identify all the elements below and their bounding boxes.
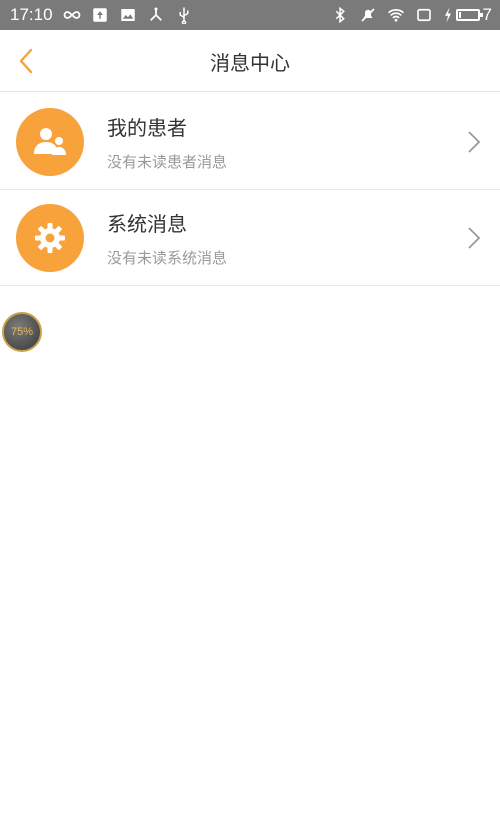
message-list: 我的患者 没有未读患者消息 系统消息 没有未读系统消息	[0, 94, 500, 286]
gear-icon	[35, 223, 65, 253]
infinity-icon	[63, 6, 81, 24]
row-title: 我的患者	[107, 116, 187, 140]
chevron-right-icon	[468, 131, 481, 153]
status-bar-left: 17:10	[10, 5, 193, 25]
back-button[interactable]	[12, 44, 40, 78]
network-icon	[147, 6, 165, 24]
page-title: 消息中心	[210, 50, 290, 75]
status-time: 17:10	[10, 5, 53, 24]
screen-icon	[415, 6, 433, 24]
list-item-system-messages[interactable]: 系统消息 没有未读系统消息	[0, 190, 500, 286]
app-header: 消息中心	[0, 30, 500, 92]
upload-icon	[91, 6, 109, 24]
list-item-my-patients[interactable]: 我的患者 没有未读患者消息	[0, 94, 500, 190]
floating-progress-badge[interactable]: 75%	[2, 312, 42, 352]
row-subtitle: 没有未读患者消息	[107, 153, 228, 171]
row-title: 系统消息	[107, 212, 187, 236]
floating-badge-label: 75%	[10, 326, 34, 338]
mail-image-icon	[119, 6, 137, 24]
status-bar-right: 7	[331, 5, 492, 25]
status-bar: 17:10 7	[0, 0, 500, 30]
patients-icon	[34, 128, 66, 155]
battery-icon	[455, 9, 483, 21]
patients-avatar	[16, 108, 84, 176]
wifi-icon	[387, 6, 405, 24]
chevron-left-icon	[19, 48, 33, 74]
usb-icon	[175, 6, 193, 24]
chevron-right-icon	[468, 227, 481, 249]
battery-indicator: 7	[443, 5, 492, 25]
charging-icon	[443, 6, 453, 24]
bluetooth-icon	[331, 6, 349, 24]
row-subtitle: 没有未读系统消息	[107, 249, 228, 267]
battery-text: 7	[482, 5, 492, 24]
mute-icon	[359, 6, 377, 24]
system-avatar	[16, 204, 84, 272]
